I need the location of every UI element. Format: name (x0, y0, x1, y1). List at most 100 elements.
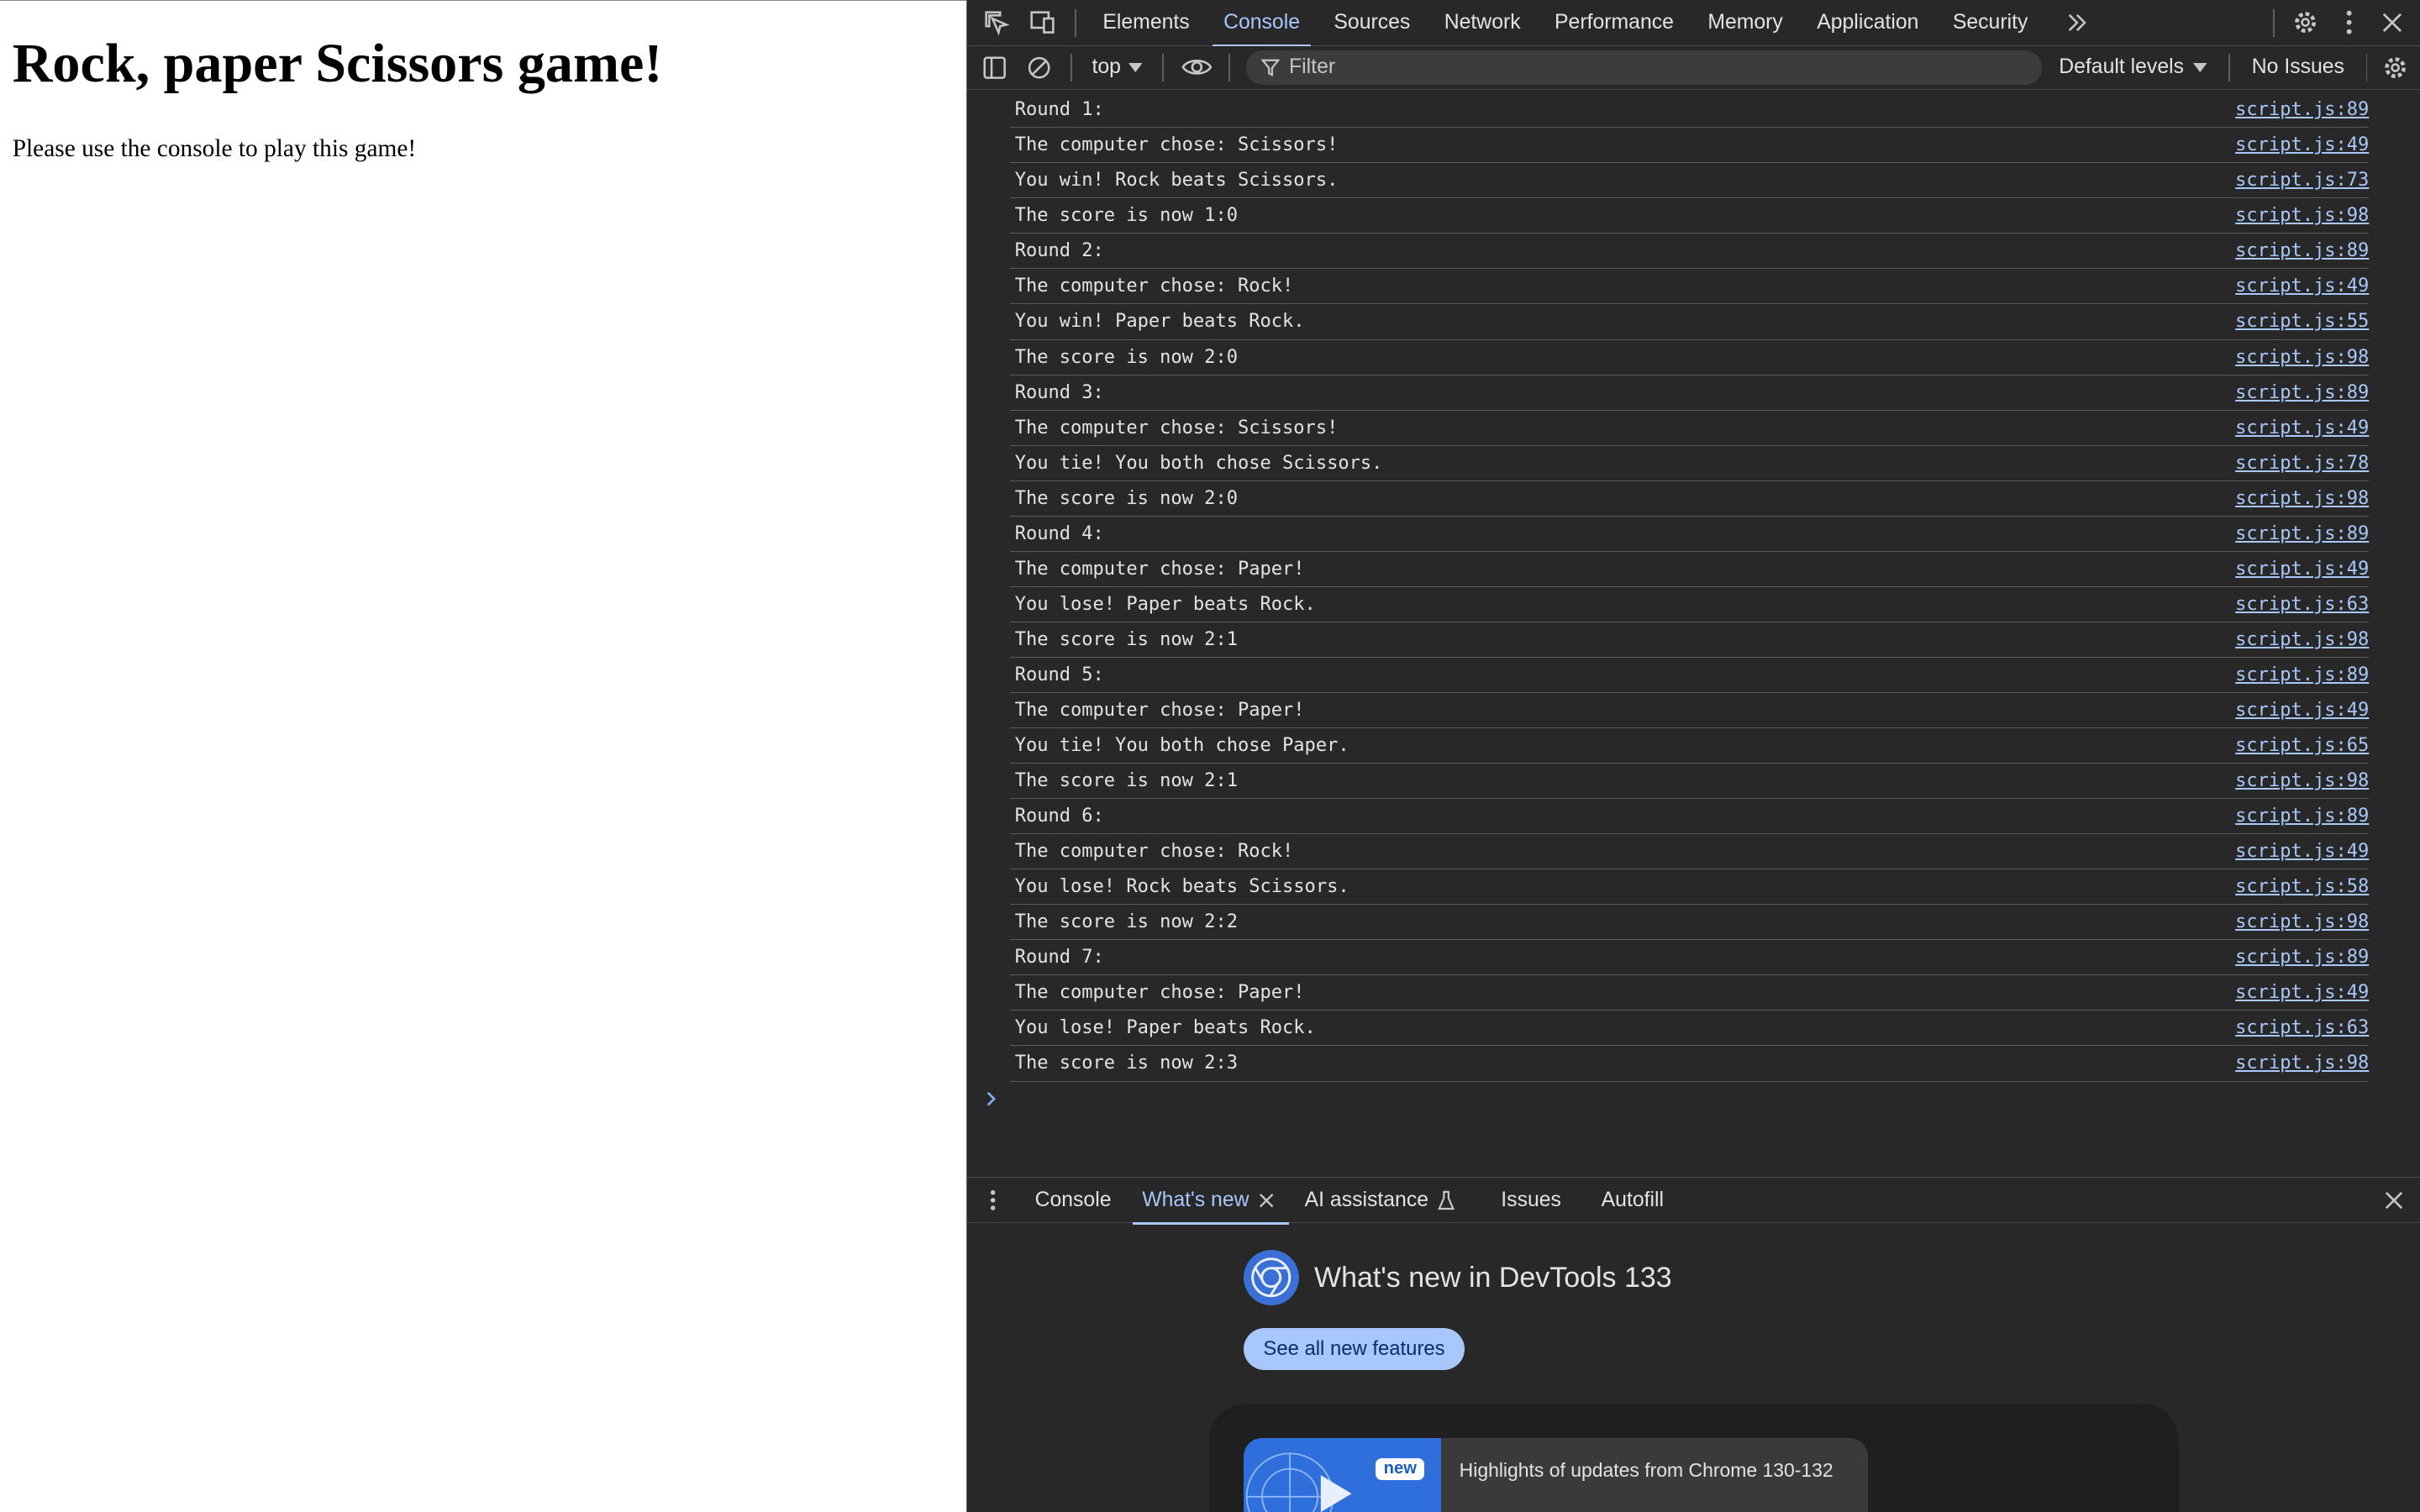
source-link[interactable]: script.js:89 (2235, 240, 2369, 261)
source-link[interactable]: script.js:49 (2235, 559, 2369, 580)
tab-memory[interactable]: Memory (1691, 0, 1800, 46)
tab-application[interactable]: Application (1800, 0, 1936, 46)
console-message-text: Round 5: (1014, 664, 1104, 685)
drawer-menu-kebab-icon[interactable] (967, 1177, 1019, 1223)
console-message-row: The score is now 2:0 script.js:98 (1010, 340, 2370, 375)
drawer-tab-console[interactable]: Console (1019, 1177, 1127, 1223)
more-tabs-chevron-icon[interactable] (2054, 0, 2101, 46)
filter-funnel-icon (1260, 58, 1281, 77)
source-link[interactable]: script.js:49 (2235, 982, 2369, 1003)
tab-elements[interactable]: Elements (1086, 0, 1207, 46)
devtools-panel: Elements Console Sources Network Perform… (965, 0, 2420, 1512)
console-message-row: The computer chose: Rock! script.js:49 (1010, 269, 2370, 305)
sidebar-toggle-icon[interactable] (971, 46, 1018, 89)
source-link[interactable]: script.js:89 (2235, 99, 2369, 120)
console-message-text: You tie! You both chose Paper. (1014, 735, 1349, 757)
source-link[interactable]: script.js:98 (2235, 911, 2369, 932)
console-settings-gear-icon[interactable] (2377, 46, 2414, 89)
console-message-row: The score is now 2:1 script.js:98 (1010, 764, 2370, 800)
console-message-row: The computer chose: Paper! script.js:49 (1010, 552, 2370, 587)
console-message-row: You lose! Paper beats Rock. script.js:63 (1010, 1011, 2370, 1047)
source-link[interactable]: script.js:58 (2235, 876, 2369, 897)
console-message-row: The computer chose: Rock! script.js:49 (1010, 834, 2370, 870)
device-toolbar-icon[interactable] (1019, 0, 1065, 46)
console-message-row: You lose! Rock beats Scissors. script.js:… (1010, 869, 2370, 906)
divider (2365, 53, 2368, 81)
source-link[interactable]: script.js:98 (2235, 488, 2369, 509)
inspect-element-icon[interactable] (973, 0, 1019, 46)
console-message-text: The computer chose: Paper! (1014, 982, 1305, 1004)
live-expression-eye-icon[interactable] (1173, 46, 1219, 89)
tab-console[interactable]: Console (1207, 0, 1317, 48)
tab-network[interactable]: Network (1428, 0, 1538, 46)
tab-sources[interactable]: Sources (1317, 0, 1427, 46)
source-link[interactable]: script.js:89 (2235, 523, 2369, 544)
issues-count-button[interactable]: No Issues (2239, 55, 2357, 79)
drawer-tab-ai-assistance-label: AI assistance (1304, 1188, 1428, 1211)
source-link[interactable]: script.js:98 (2235, 770, 2369, 791)
console-message-row: You win! Rock beats Scissors. script.js:7… (1010, 163, 2370, 199)
console-message-row: You tie! You both chose Paper. script.js:… (1010, 728, 2370, 764)
drawer-tab-issues[interactable]: Issues (1486, 1177, 1576, 1223)
close-drawer-icon[interactable] (2367, 1177, 2419, 1223)
experiment-flask-icon (1438, 1190, 1455, 1210)
console-message-row: The computer chose: Paper! script.js:49 (1010, 693, 2370, 729)
console-message-row: Round 7: script.js:89 (1010, 940, 2370, 976)
drawer-tab-ai-assistance[interactable]: AI assistance (1289, 1177, 1470, 1223)
clear-console-icon[interactable] (1018, 46, 1060, 89)
page-heading: Rock, paper Scissors game! (12, 32, 663, 94)
console-message-row: The score is now 2:0 script.js:98 (1010, 481, 2370, 517)
highlights-item-title: Highlights of updates from Chrome 130-13… (1459, 1459, 1833, 1482)
divider (1070, 53, 1072, 81)
source-link[interactable]: script.js:49 (2235, 417, 2369, 438)
console-message-text: The score is now 2:2 (1014, 911, 1238, 933)
source-link[interactable]: script.js:89 (2235, 382, 2369, 403)
console-message-row: You tie! You both chose Scissors. script.… (1010, 446, 2370, 481)
console-message-row: Round 5: script.js:89 (1010, 658, 2370, 693)
console-message-row: Round 3: script.js:89 (1010, 375, 2370, 411)
source-link[interactable]: script.js:73 (2235, 170, 2369, 191)
drawer-tab-whats-new[interactable]: What's new (1127, 1177, 1290, 1226)
console-message-text: The score is now 1:0 (1014, 205, 1238, 227)
source-link[interactable]: script.js:78 (2235, 453, 2369, 474)
console-message-row: The score is now 2:2 script.js:98 (1010, 905, 2370, 941)
console-prompt-chevron-icon[interactable] (986, 1088, 998, 1112)
console-message-text: The computer chose: Rock! (1014, 276, 1294, 297)
source-link[interactable]: script.js:89 (2235, 947, 2369, 968)
source-link[interactable]: script.js:89 (2235, 806, 2369, 827)
source-link[interactable]: script.js:89 (2235, 664, 2369, 685)
close-tab-icon[interactable] (1259, 1193, 1274, 1208)
highlights-item[interactable]: new Highlights of updates from Chrome 13… (1243, 1437, 1869, 1512)
devtools-tab-bar: Elements Console Sources Network Perform… (966, 0, 2420, 48)
source-link[interactable]: script.js:98 (2235, 347, 2369, 368)
more-options-kebab-icon[interactable] (2328, 0, 2370, 46)
console-message-row: The computer chose: Paper! script.js:49 (1010, 975, 2370, 1011)
source-link[interactable]: script.js:63 (2235, 594, 2369, 615)
tab-performance[interactable]: Performance (1538, 0, 1691, 46)
source-link[interactable]: script.js:65 (2235, 735, 2369, 756)
source-link[interactable]: script.js:49 (2235, 841, 2369, 862)
source-link[interactable]: script.js:98 (2235, 629, 2369, 650)
see-all-new-features-button[interactable]: See all new features (1243, 1328, 1465, 1370)
divider (2273, 8, 2275, 37)
source-link[interactable]: script.js:55 (2235, 311, 2369, 332)
source-link[interactable]: script.js:98 (2235, 205, 2369, 226)
source-link[interactable]: script.js:63 (2235, 1017, 2369, 1038)
console-message-row: The score is now 1:0 script.js:98 (1010, 198, 2370, 234)
source-link[interactable]: script.js:98 (2235, 1053, 2369, 1074)
console-message-text: The computer chose: Scissors! (1014, 417, 1339, 438)
context-selector[interactable]: top (1081, 55, 1154, 79)
console-message-text: The computer chose: Rock! (1014, 841, 1294, 863)
drawer-tab-autofill[interactable]: Autofill (1586, 1177, 1679, 1223)
source-link[interactable]: script.js:49 (2235, 700, 2369, 721)
source-link[interactable]: script.js:49 (2235, 276, 2369, 297)
dropdown-arrow-icon (1128, 62, 1143, 72)
log-levels-dropdown[interactable]: Default levels (2047, 55, 2220, 79)
filter-input[interactable] (1289, 55, 2015, 80)
settings-gear-icon[interactable] (2284, 0, 2327, 46)
source-link[interactable]: script.js:49 (2235, 134, 2369, 155)
close-devtools-icon[interactable] (2370, 0, 2413, 46)
console-message-row: You win! Paper beats Rock. script.js:55 (1010, 304, 2370, 340)
divider (2228, 53, 2231, 81)
tab-security[interactable]: Security (1936, 0, 2045, 46)
